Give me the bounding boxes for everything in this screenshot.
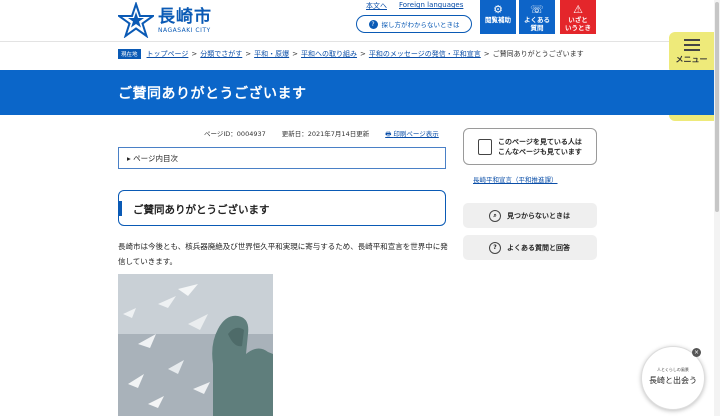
search-document-icon: ⌕ <box>489 209 501 222</box>
close-icon[interactable]: × <box>692 348 701 357</box>
alarm-icon: ⚠ <box>573 3 583 16</box>
browse-assist-button[interactable]: ⚙ 閲覧補助 <box>480 0 516 34</box>
related-pages-line1: このページを見ている人は <box>498 137 582 146</box>
breadcrumb-item[interactable]: 平和・原爆 <box>254 49 289 59</box>
current-location-badge: 現在地 <box>118 49 141 59</box>
department-link[interactable]: 長崎平和宣言（平和推進課） <box>473 174 558 184</box>
skip-to-content-link[interactable]: 本文へ <box>366 1 387 11</box>
related-pages-button[interactable]: このページを見ている人は こんなページも見ています <box>463 128 597 165</box>
header-links: 本文へ Foreign languages <box>366 1 463 11</box>
breadcrumb-item[interactable]: 平和のメッセージの発信・平和宣言 <box>369 49 481 59</box>
body-paragraph: 長崎市は今後とも、核兵器廃絶及び世界恒久平和実現に寄与するため、長崎平和宣言を世… <box>118 242 448 266</box>
faq-label-1: よくある <box>524 16 550 24</box>
emergency-label-1: いざと <box>568 16 588 24</box>
not-found-button[interactable]: ⌕ 見つからないときは <box>463 203 597 228</box>
gear-icon: ⚙ <box>493 3 503 16</box>
not-found-label: 見つからないときは <box>507 211 570 220</box>
toc-label: ページ内目次 <box>133 154 179 163</box>
scrollbar-thumb[interactable] <box>715 2 719 212</box>
related-pages-line2: こんなページも見ています <box>498 147 582 156</box>
page-title: ご賛同ありがとうございます <box>118 86 307 102</box>
site-logo[interactable]: 長崎市 NAGASAKI CITY <box>118 2 212 38</box>
faq-header-button[interactable]: ☏ よくある 質問 <box>519 0 555 34</box>
print-link[interactable]: 🖶 印刷ページ表示 <box>385 128 439 141</box>
site-header: 長崎市 NAGASAKI CITY 本文へ Foreign languages … <box>0 0 720 42</box>
logo-subtitle: NAGASAKI CITY <box>158 26 211 34</box>
breadcrumb: 現在地 トップページ > 分類でさがす > 平和・原爆 > 平和への取り組み > 平和の… <box>118 49 584 59</box>
section-heading-box: ご賛同ありがとうございます <box>118 190 446 226</box>
question-icon: ? <box>368 19 378 29</box>
headset-icon: ☏ <box>530 3 544 16</box>
question-bubble-icon: ? <box>489 241 501 254</box>
hamburger-icon <box>683 39 700 51</box>
page-meta: ページID：0004937 更新日：2021年7月14日更新 🖶 印刷ページ表示 <box>204 128 439 141</box>
promo-badge-caption: 人とくらしの風景 <box>657 367 689 372</box>
title-band: ご賛同ありがとうございます <box>0 70 720 115</box>
emergency-label-2: いうとき <box>565 24 591 32</box>
search-help-button[interactable]: ? 探し方がわからないときは <box>356 15 472 33</box>
emergency-button[interactable]: ⚠ いざと いうとき <box>560 0 596 34</box>
faq-label-2: 質問 <box>530 24 544 32</box>
document-icon <box>478 138 492 155</box>
star-logo-icon <box>118 2 154 38</box>
peace-statue-photo <box>118 274 273 416</box>
faq-button[interactable]: ? よくある質問と回答 <box>463 235 597 260</box>
faq-button-label: よくある質問と回答 <box>507 243 570 252</box>
menu-button[interactable]: メニュー <box>669 32 714 74</box>
browse-assist-label: 閲覧補助 <box>485 16 511 24</box>
breadcrumb-item[interactable]: トップページ <box>147 49 189 59</box>
print-label: 印刷ページ表示 <box>393 130 439 138</box>
breadcrumb-current: ご賛同ありがとうございます <box>492 50 584 58</box>
section-heading: ご賛同ありがとうございます <box>133 204 270 216</box>
table-of-contents-toggle[interactable]: ▸ ページ内目次 <box>118 147 446 169</box>
updated-date: 更新日：2021年7月14日更新 <box>281 130 370 138</box>
triangle-right-icon: ▸ <box>127 154 131 163</box>
breadcrumb-item[interactable]: 分類でさがす <box>200 49 242 59</box>
menu-label: メニュー <box>675 55 708 64</box>
logo-name: 長崎市 <box>158 6 212 27</box>
photo-illustration <box>118 274 273 416</box>
foreign-languages-link[interactable]: Foreign languages <box>399 1 463 11</box>
breadcrumb-item[interactable]: 平和への取り組み <box>301 49 357 59</box>
page-scrollbar[interactable] <box>714 0 720 416</box>
page-id: ページID：0004937 <box>204 130 266 138</box>
promo-badge-title: 長崎と出会う <box>649 376 697 385</box>
search-help-label: 探し方がわからないときは <box>381 21 460 29</box>
